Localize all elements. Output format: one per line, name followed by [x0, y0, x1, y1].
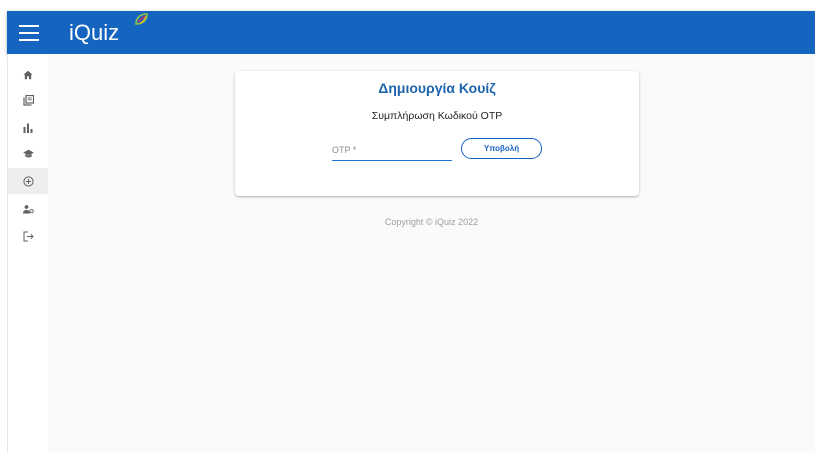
manage-accounts-icon: [22, 205, 34, 214]
sidebar-item-statistics[interactable]: [8, 115, 48, 141]
otp-input[interactable]: [332, 139, 452, 161]
page-title: Δημιουργία Κουίζ: [378, 80, 496, 96]
home-icon: [23, 70, 33, 80]
graduation-cap-icon: [22, 149, 34, 158]
sidebar-nav: [7, 54, 49, 452]
sidebar-item-logout[interactable]: [8, 223, 48, 249]
library-books-icon: [22, 94, 34, 106]
hamburger-menu-icon[interactable]: [19, 25, 39, 41]
copyright-text: Copyright © iQuiz 2022: [384, 217, 479, 227]
app-bar: iQuiz: [7, 11, 815, 54]
sidebar-item-courses[interactable]: [8, 141, 48, 167]
sidebar-item-create-quiz[interactable]: [8, 168, 48, 194]
bar-chart-icon: [23, 123, 33, 133]
app-logo-text: iQuiz: [69, 20, 120, 45]
otp-instruction: Συμπλήρωση Κωδικού OTP: [371, 110, 503, 122]
create-quiz-card: Δημιουργία Κουίζ Συμπλήρωση Κωδικού OTP …: [235, 71, 639, 196]
submit-button[interactable]: Υποβολή: [461, 138, 542, 159]
sidebar-item-home[interactable]: [8, 62, 48, 88]
logout-icon: [23, 231, 34, 241]
main-content: Δημιουργία Κουίζ Συμπλήρωση Κωδικού OTP …: [48, 54, 815, 452]
sidebar-item-library[interactable]: [8, 87, 48, 113]
leaf-logo-icon: [135, 13, 148, 25]
sidebar-item-account[interactable]: [8, 196, 48, 222]
add-circle-outline-icon: [22, 175, 34, 187]
